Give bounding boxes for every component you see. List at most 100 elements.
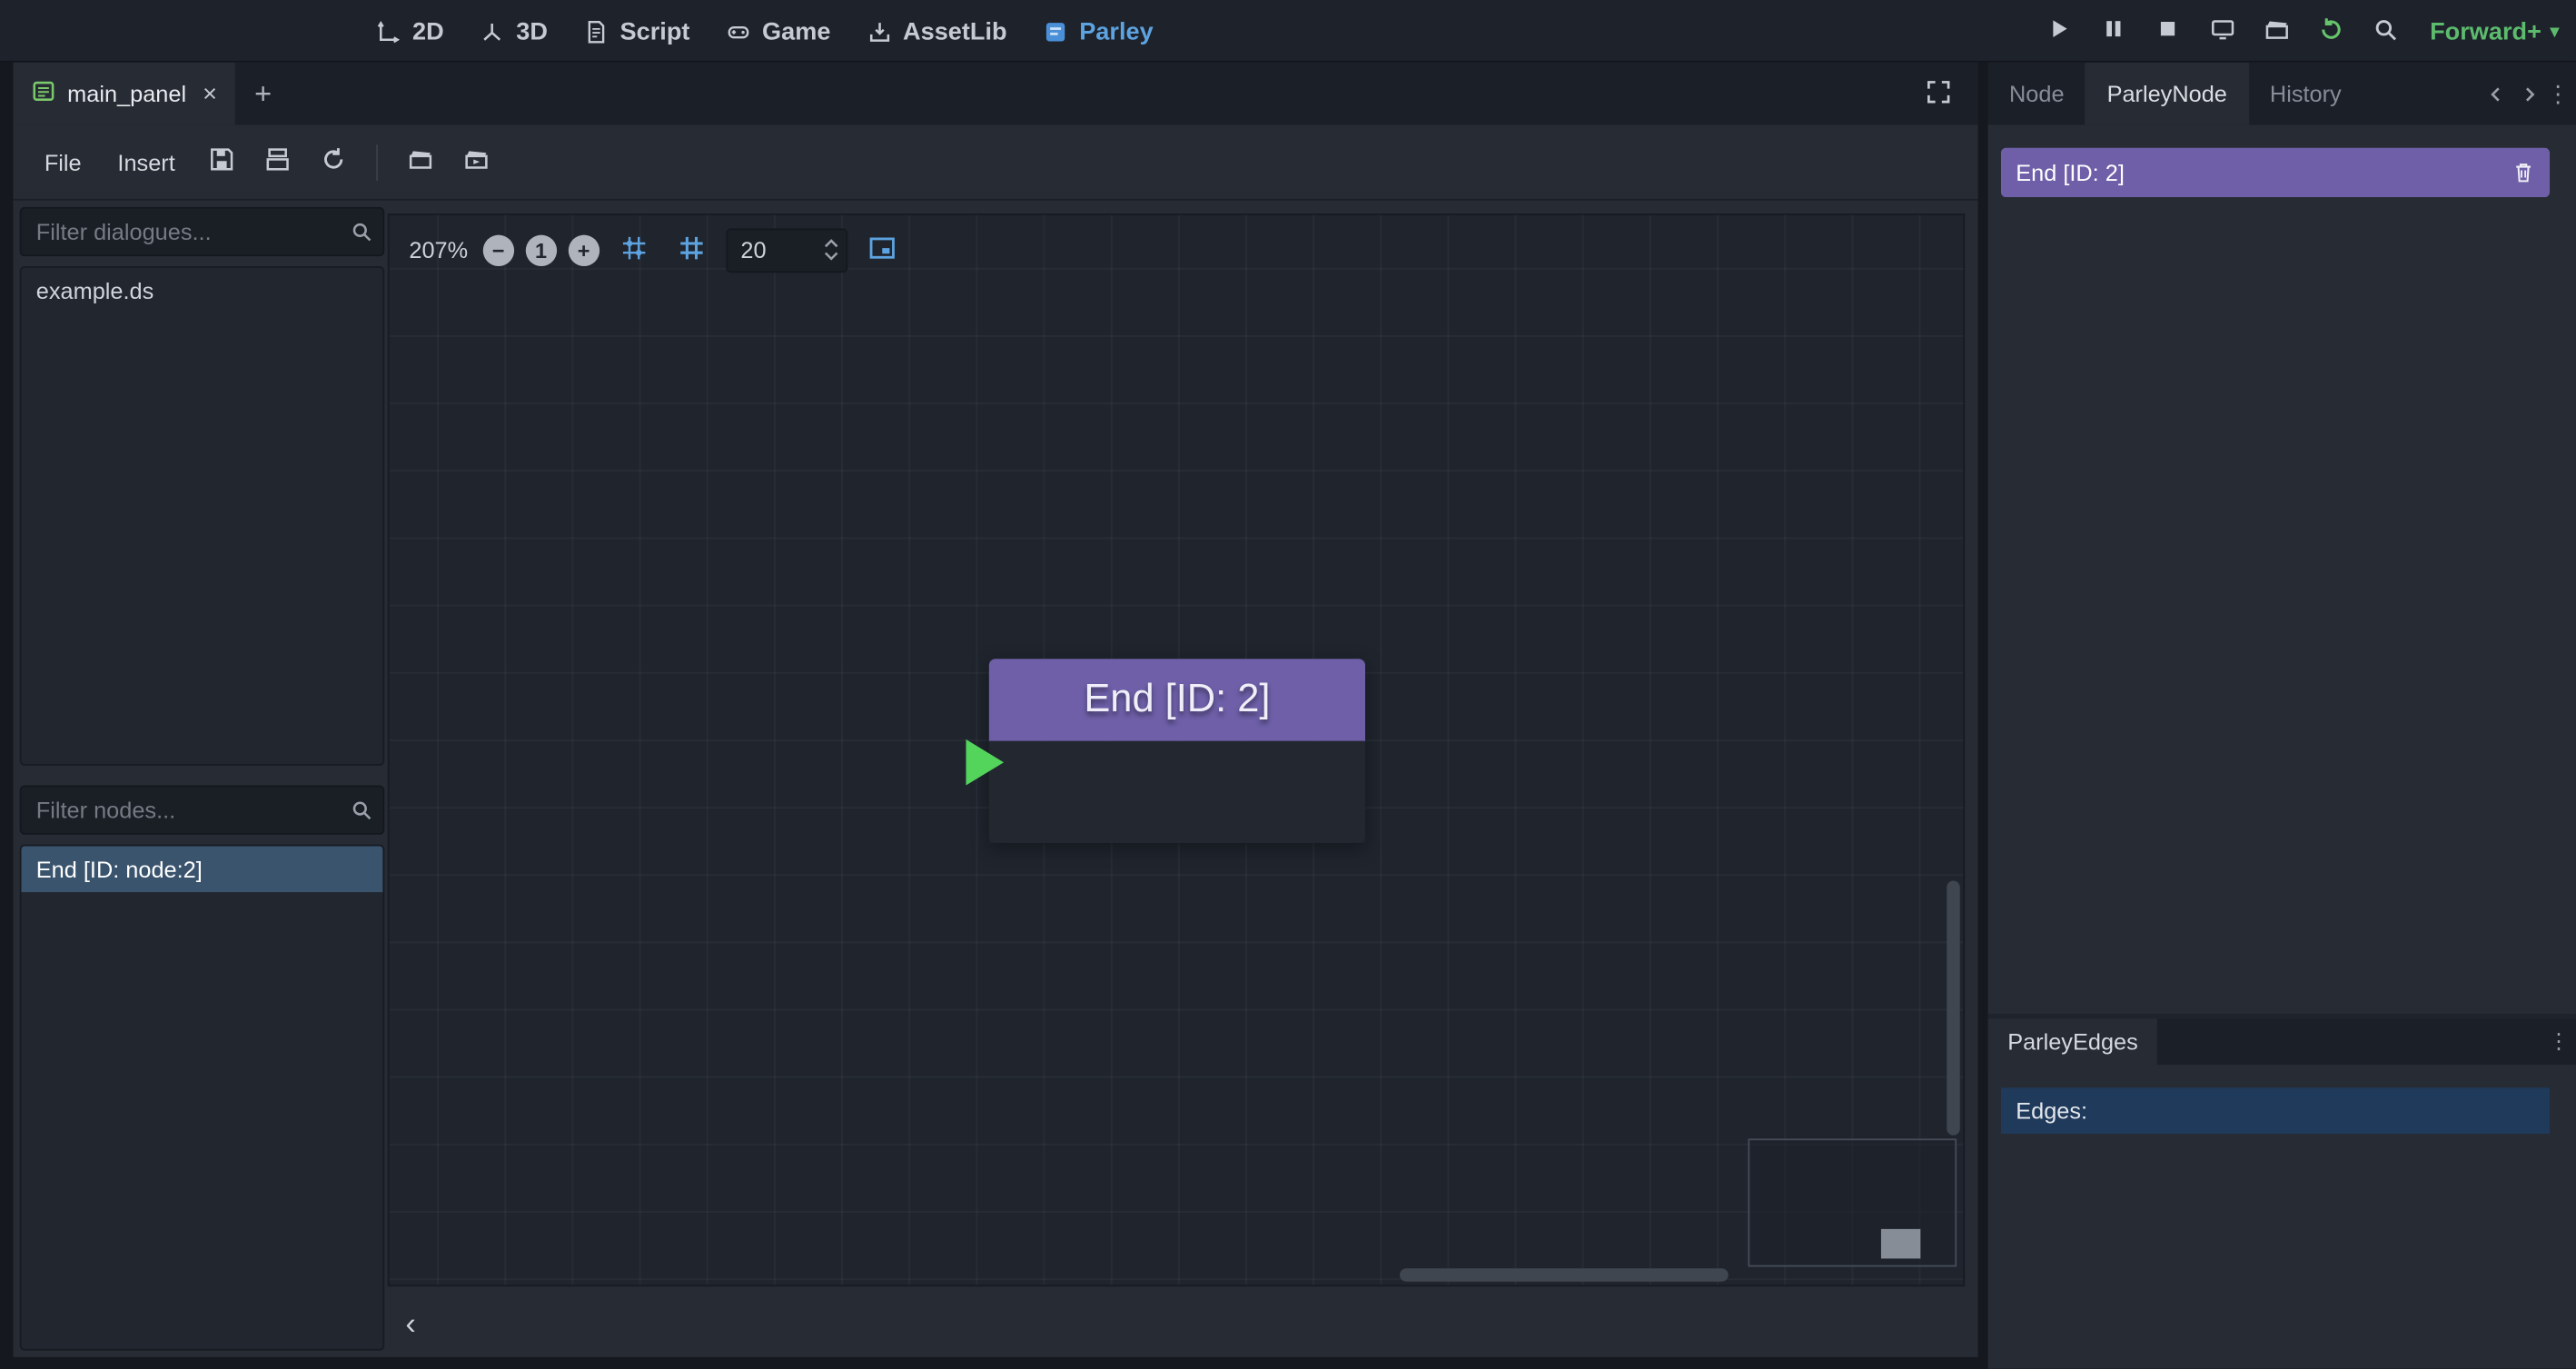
dialogues-list: example.ds: [20, 266, 385, 766]
chevron-right-icon: [2520, 84, 2538, 103]
mode-tab-label: Game: [762, 17, 830, 45]
test-dialogue-button[interactable]: [395, 139, 444, 185]
reload-icon: [2317, 15, 2343, 46]
test-dialogue-from-node-button[interactable]: [451, 139, 500, 185]
minimap-icon: [867, 233, 897, 267]
tab-parleynode[interactable]: ParleyNode: [2086, 63, 2248, 125]
mode-tab-label: AssetLib: [903, 17, 1007, 45]
movie-maker-button[interactable]: [2254, 9, 2299, 54]
mode-tab-assetlib[interactable]: AssetLib: [848, 0, 1025, 63]
renderer-label: Forward+: [2430, 17, 2541, 45]
graph-minimap[interactable]: [1748, 1138, 1957, 1266]
refresh-button[interactable]: [308, 139, 357, 185]
horizontal-scrollbar-thumb[interactable]: [1400, 1268, 1729, 1281]
file-menu-button[interactable]: File: [30, 142, 96, 181]
minimap-toggle-button[interactable]: [859, 228, 906, 271]
remote-debug-button[interactable]: [2200, 9, 2244, 54]
snap-distance-spinbox: [726, 228, 847, 273]
spin-up-icon: [823, 238, 839, 248]
node-list-item[interactable]: End [ID: node:2]: [22, 846, 383, 892]
3d-icon: [480, 19, 504, 44]
edges-dock-content: Edges:: [1987, 1065, 2576, 1369]
zoom-out-button[interactable]: −: [482, 234, 513, 265]
dock-menu-button[interactable]: ⋮: [2546, 80, 2569, 108]
parley-node-header-label: End [ID: 2]: [2016, 159, 2125, 185]
pause-button[interactable]: [2091, 9, 2135, 54]
2d-icon: [376, 19, 401, 44]
trash-icon: [2512, 161, 2534, 184]
tab-main-panel[interactable]: main_panel ×: [13, 63, 234, 125]
insert-menu-button[interactable]: Insert: [103, 142, 190, 181]
node-body: [989, 741, 1365, 843]
mode-tab-label: Script: [620, 17, 690, 45]
chevron-left-icon: [2486, 84, 2504, 103]
stop-button[interactable]: [2145, 9, 2190, 54]
movie-clapper-icon: [2263, 15, 2289, 46]
grid-toggle-button[interactable]: [669, 228, 715, 271]
vertical-scrollbar-thumb[interactable]: [1947, 880, 1959, 1135]
zoom-percent-label[interactable]: 207%: [409, 236, 471, 263]
dock-tab-nav: ⋮: [2481, 63, 2576, 125]
snap-distance-input[interactable]: [728, 236, 823, 263]
fullscreen-icon: [1926, 84, 1952, 110]
script-icon: [584, 19, 609, 44]
delete-node-button[interactable]: [2512, 161, 2534, 184]
dialogue-list-item[interactable]: example.ds: [22, 268, 383, 314]
mode-tab-3d[interactable]: 3D: [462, 0, 566, 63]
zoom-in-button[interactable]: +: [568, 234, 599, 265]
zoom-reset-button[interactable]: 1: [525, 234, 556, 265]
snap-toggle-button[interactable]: [610, 228, 657, 271]
tabs-prev-button[interactable]: [2481, 75, 2511, 112]
collapse-sidebar-button[interactable]: ‹: [394, 1308, 427, 1344]
node-title-bar[interactable]: End [ID: 2]: [989, 659, 1365, 740]
tab-node[interactable]: Node: [1987, 63, 2086, 125]
graph-canvas[interactable]: 207% − 1 +: [388, 213, 1965, 1286]
dialogue-tabbar: main_panel × +: [13, 63, 1977, 125]
parley-icon: [1043, 19, 1067, 44]
edges-label: Edges:: [2016, 1097, 2087, 1124]
spinbox-arrows[interactable]: [823, 238, 846, 261]
parleynode-inspector: End [ID: 2]: [1987, 124, 2576, 1013]
snap-grid-icon: [619, 233, 649, 267]
filter-nodes-input[interactable]: [20, 786, 385, 835]
edges-dock-menu-button[interactable]: ⋮: [2548, 1028, 2570, 1055]
graph-toolbar: 207% − 1 +: [409, 223, 905, 276]
new-tab-button[interactable]: +: [235, 63, 291, 125]
stop-icon: [2155, 16, 2180, 46]
graph-node-end[interactable]: End [ID: 2]: [989, 659, 1365, 843]
save-button[interactable]: [196, 139, 245, 185]
playback-toolbar: Forward+ ▾: [2037, 0, 2560, 63]
expand-panel-button[interactable]: [1926, 79, 1952, 110]
test-dialogue-icon: [407, 146, 433, 177]
chevron-down-icon: ▾: [2550, 20, 2560, 43]
filter-dialogues-input[interactable]: [20, 207, 385, 256]
edges-header-row: Edges:: [2001, 1087, 2550, 1134]
mode-tab-label: 3D: [516, 17, 548, 45]
inspect-button[interactable]: [2363, 9, 2407, 54]
tab-parleyedges[interactable]: ParleyEdges: [1987, 1018, 2157, 1065]
inspector-dock: Node ParleyNode History ⋮ End [ID: 2] Pa…: [1987, 63, 2576, 1369]
magnifier-icon: [2372, 15, 2398, 46]
play-icon: [2047, 16, 2072, 46]
mode-tab-2d[interactable]: 2D: [358, 0, 461, 63]
input-port-icon[interactable]: [966, 739, 1004, 786]
tabs-next-button[interactable]: [2513, 75, 2543, 112]
game-icon: [726, 19, 750, 44]
mode-tab-game[interactable]: Game: [708, 0, 848, 63]
renderer-select[interactable]: Forward+ ▾: [2417, 17, 2560, 45]
tab-close-button[interactable]: ×: [198, 80, 217, 108]
minimap-node-marker: [1881, 1229, 1920, 1259]
pause-icon: [2101, 16, 2125, 46]
parley-sidebar: example.ds End [ID: node:2]: [20, 207, 385, 1351]
mode-tab-parley[interactable]: Parley: [1025, 0, 1172, 63]
refresh-icon: [320, 146, 346, 177]
tab-history[interactable]: History: [2248, 63, 2363, 125]
reload-button[interactable]: [2308, 9, 2353, 54]
dialogue-sequence-icon: [31, 79, 55, 109]
mode-tab-script[interactable]: Script: [566, 0, 708, 63]
tab-title: main_panel: [67, 81, 186, 107]
search-icon: [350, 799, 372, 827]
save-all-button[interactable]: [253, 139, 302, 185]
nodes-filter: [20, 786, 385, 835]
play-button[interactable]: [2037, 9, 2082, 54]
